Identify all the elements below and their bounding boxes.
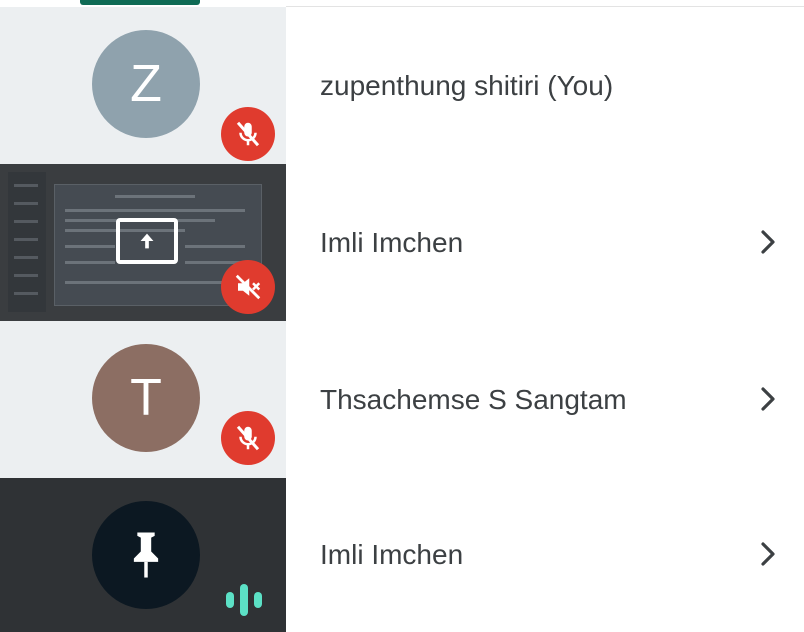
active-tab-indicator xyxy=(80,0,200,5)
speaking-indicator-icon xyxy=(222,580,270,625)
avatar: Z xyxy=(92,30,200,138)
volume-off-icon xyxy=(221,260,275,314)
participant-row[interactable]: Imli Imchen xyxy=(0,164,804,321)
participant-row-self: Z zupenthung shitiri (You) xyxy=(0,7,804,164)
participant-tile: T xyxy=(0,321,286,478)
participant-name: zupenthung shitiri (You) xyxy=(320,69,614,101)
chevron-right-icon[interactable] xyxy=(758,385,778,413)
avatar: T xyxy=(92,344,200,452)
slide-sidebar xyxy=(8,172,46,312)
mic-off-icon xyxy=(221,107,275,161)
screen-share-icon xyxy=(116,218,178,264)
chevron-right-icon[interactable] xyxy=(758,228,778,256)
participant-name: Imli Imchen xyxy=(320,539,464,570)
participant-name: Thsachemse S Sangtam xyxy=(320,383,627,415)
participant-tile: Z xyxy=(0,7,286,164)
pin-icon xyxy=(133,532,159,578)
top-tab-bar xyxy=(0,0,804,7)
participant-tile xyxy=(0,478,286,632)
participant-name: Imli Imchen xyxy=(320,226,464,258)
participant-row[interactable]: T Thsachemse S Sangtam xyxy=(0,321,804,478)
mic-off-icon xyxy=(221,411,275,465)
pinned-avatar xyxy=(92,501,200,609)
chevron-right-icon[interactable] xyxy=(758,540,778,568)
screen-share-tile[interactable] xyxy=(0,164,286,321)
participant-row[interactable]: Imli Imchen xyxy=(0,478,804,632)
